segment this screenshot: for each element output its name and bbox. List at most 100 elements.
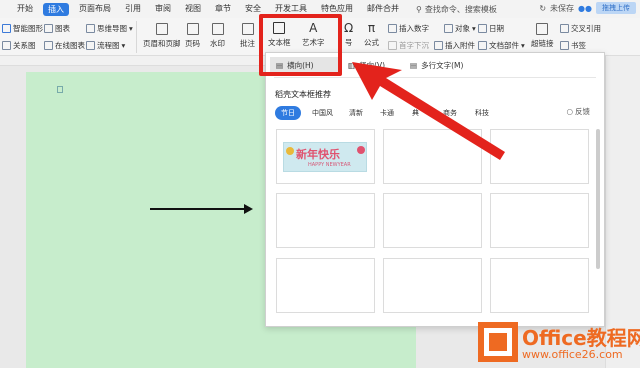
cross-reference-button[interactable]: 交叉引用 xyxy=(560,23,601,34)
status-area: ↻ 未保存 ●● 拖拽上传 xyxy=(539,2,636,14)
cloud-upload-button[interactable]: 拖拽上传 xyxy=(596,2,636,14)
attachment-icon xyxy=(434,41,443,50)
comment-button[interactable]: 批注 xyxy=(240,23,255,49)
template-cell[interactable] xyxy=(383,129,482,184)
vertical-textbox-label: 竖向(V) xyxy=(359,60,386,70)
template-cell[interactable] xyxy=(276,258,375,313)
first-drop-label: 首字下沉 xyxy=(399,41,429,50)
template-cell[interactable]: 新年快乐 HAPPY NEWYEAR xyxy=(276,129,375,184)
menu-item-page-layout[interactable]: 页面布局 xyxy=(72,0,118,18)
first-drop-button[interactable]: 首字下沉 xyxy=(388,40,429,51)
dropdown-scrollbar[interactable] xyxy=(596,129,600,269)
bookmark-button[interactable]: 书签 xyxy=(560,40,586,51)
smart-shape-icon xyxy=(2,24,11,33)
category-technology[interactable]: 科技 xyxy=(469,106,495,120)
header-footer-button[interactable]: 页眉和页脚 xyxy=(143,23,181,49)
site-logo: Office教程网 www.office26.com xyxy=(478,322,640,366)
menu-item-review[interactable]: 审阅 xyxy=(148,0,178,18)
template-cell[interactable] xyxy=(490,193,589,248)
category-cartoon[interactable]: 卡通 xyxy=(374,106,400,120)
category-festival[interactable]: 节日 xyxy=(275,106,301,120)
search-icon: ⚲ xyxy=(416,4,422,14)
chevron-down-icon: ▾ xyxy=(472,24,476,33)
menu-item-mail-merge[interactable]: 邮件合并 xyxy=(360,0,406,18)
dropdown-divider xyxy=(274,77,596,78)
formula-button[interactable]: π 公式 xyxy=(364,22,379,48)
search-placeholder: 查找命令、搜索模板 xyxy=(424,4,497,14)
mind-map-icon xyxy=(86,24,95,33)
cross-reference-icon xyxy=(560,24,569,33)
object-button[interactable]: 对象 ▾ xyxy=(444,23,476,34)
command-search[interactable]: ⚲ 查找命令、搜索模板 xyxy=(416,4,497,15)
ribbon-divider xyxy=(136,21,137,53)
menu-item-view[interactable]: 视图 xyxy=(178,0,208,18)
chart-button[interactable]: 图表 xyxy=(44,23,70,34)
chevron-down-icon: ▾ xyxy=(129,24,133,33)
template-thumbnail: 新年快乐 HAPPY NEWYEAR xyxy=(283,142,367,172)
menu-item-section[interactable]: 章节 xyxy=(208,0,238,18)
multiline-text-label: 多行文字(M) xyxy=(421,60,464,70)
page-number-icon xyxy=(186,23,199,35)
flow-chart-icon xyxy=(86,41,95,50)
template-cell[interactable] xyxy=(383,193,482,248)
watermark-button[interactable]: 水印 xyxy=(210,23,225,49)
unsaved-status: 未保存 xyxy=(550,3,575,13)
flow-chart-button[interactable]: 流程图 ▾ xyxy=(86,40,125,51)
arrow-shape-line[interactable] xyxy=(150,208,246,210)
attachment-button[interactable]: 插入附件 xyxy=(434,40,475,51)
mind-map-button[interactable]: 思维导图 ▾ xyxy=(86,23,133,34)
menu-item-insert[interactable]: 插入 xyxy=(43,2,69,16)
cross-reference-label: 交叉引用 xyxy=(571,24,601,33)
hyperlink-button[interactable]: 超链接 xyxy=(531,23,554,49)
online-chart-label: 在线图表 xyxy=(55,41,85,50)
link-icon xyxy=(536,23,549,35)
lantern-icon xyxy=(286,147,294,155)
object-label: 对象 xyxy=(455,24,470,33)
smart-shape-label: 智能图形 xyxy=(13,24,43,33)
document-parts-button[interactable]: 文档部件 ▾ xyxy=(478,40,525,51)
logo-url: www.office26.com xyxy=(522,348,623,361)
insert-number-label: 插入数字 xyxy=(399,24,429,33)
category-chinese-style[interactable]: 中国风 xyxy=(306,106,339,120)
sync-icon: ↻ xyxy=(539,3,547,13)
template-subtitle: HAPPY NEWYEAR xyxy=(308,162,351,168)
chart-label: 图表 xyxy=(55,24,70,33)
category-fresh[interactable]: 清新 xyxy=(343,106,369,120)
date-button[interactable]: 日期 xyxy=(478,23,504,34)
cloud-icon: ●● xyxy=(578,3,592,13)
mind-map-label: 思维导图 xyxy=(97,24,127,33)
page-number-button[interactable]: 页码 xyxy=(185,23,200,49)
bookmark-icon xyxy=(560,41,569,50)
multiline-text-option[interactable]: ▤ 多行文字(M) xyxy=(404,57,469,73)
category-business[interactable]: 商务 xyxy=(437,106,463,120)
highlight-box xyxy=(259,14,342,76)
online-chart-button[interactable]: 在线图表 xyxy=(44,40,85,51)
date-icon xyxy=(478,24,487,33)
flow-chart-label: 流程图 xyxy=(97,41,120,50)
header-footer-icon xyxy=(155,23,168,35)
template-cell[interactable] xyxy=(276,193,375,248)
watermark-icon xyxy=(211,23,224,35)
multiline-text-icon: ▤ xyxy=(410,60,418,70)
relation-map-label: 关系图 xyxy=(13,41,36,50)
object-icon xyxy=(444,24,453,33)
category-classic[interactable]: 典 xyxy=(406,106,425,120)
template-cell[interactable] xyxy=(383,258,482,313)
relation-map-button[interactable]: 关系图 xyxy=(2,40,36,51)
vertical-textbox-option[interactable]: ▥ 竖向(V) xyxy=(342,57,391,73)
template-cell[interactable] xyxy=(490,129,589,184)
insert-number-button[interactable]: 插入数字 xyxy=(388,23,429,34)
arrow-shape-head xyxy=(244,204,253,214)
chart-icon xyxy=(44,24,53,33)
smart-shape-button[interactable]: 智能图形 xyxy=(2,23,43,34)
symbol-button[interactable]: Ω 号 xyxy=(344,22,353,48)
chevron-down-icon: ▾ xyxy=(121,41,126,50)
document-parts-label: 文档部件 xyxy=(489,41,519,50)
template-cell[interactable] xyxy=(490,258,589,313)
menu-item-home[interactable]: 开始 xyxy=(10,0,40,18)
feedback-button[interactable]: ○ 反馈 xyxy=(566,106,590,117)
comment-label: 批注 xyxy=(240,39,255,48)
flower-icon xyxy=(357,146,365,154)
menu-item-references[interactable]: 引用 xyxy=(118,0,148,18)
relation-map-icon xyxy=(2,41,11,50)
